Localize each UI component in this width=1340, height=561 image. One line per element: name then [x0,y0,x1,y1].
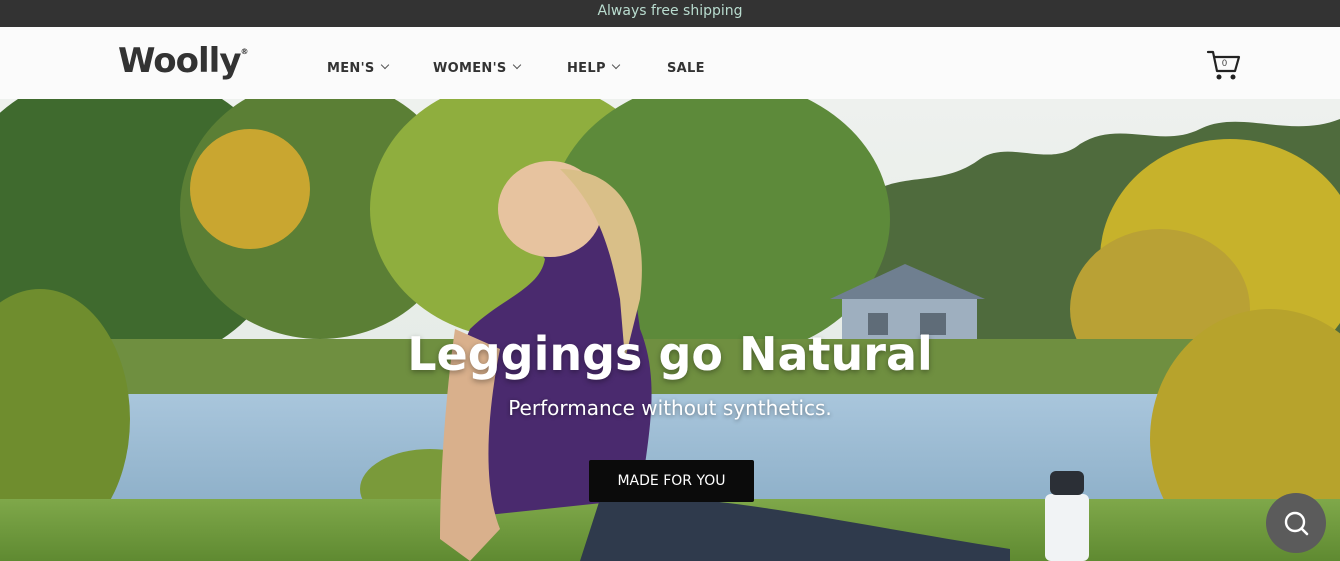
registered-mark: ® [240,47,248,56]
nav-item-help[interactable]: HELP [567,60,621,76]
hero-banner: Leggings go Natural Performance without … [0,99,1340,561]
search-button[interactable] [1266,493,1326,553]
made-for-you-button[interactable]: MADE FOR YOU [589,460,754,502]
hero-title: Leggings go Natural [407,327,933,381]
nav-item-womens[interactable]: WOMEN'S [433,60,521,76]
nav-item-sale[interactable]: SALE [667,61,705,76]
nav-item-label: WOMEN'S [433,61,507,76]
chevron-down-icon [611,60,621,70]
site-header: Woolly® MEN'S WOMEN'S HELP SALE [0,27,1340,99]
chevron-down-icon [380,60,389,70]
announcement-text: Always free shipping [597,3,743,19]
search-icon [1284,511,1309,536]
nav-item-label: HELP [567,61,606,76]
nav-item-label: SALE [667,61,705,76]
cart-count-badge: 0 [1222,58,1228,68]
brand-logo-text: Woolly [118,41,241,81]
nav-item-mens[interactable]: MEN'S [327,60,389,76]
chevron-down-icon [512,60,521,70]
hero-subtitle: Performance without synthetics. [508,396,832,420]
announcement-bar: Always free shipping [0,0,1340,27]
nav-item-label: MEN'S [327,61,375,76]
cart-button[interactable]: 0 [1206,49,1242,83]
brand-logo[interactable]: Woolly® [118,41,248,85]
